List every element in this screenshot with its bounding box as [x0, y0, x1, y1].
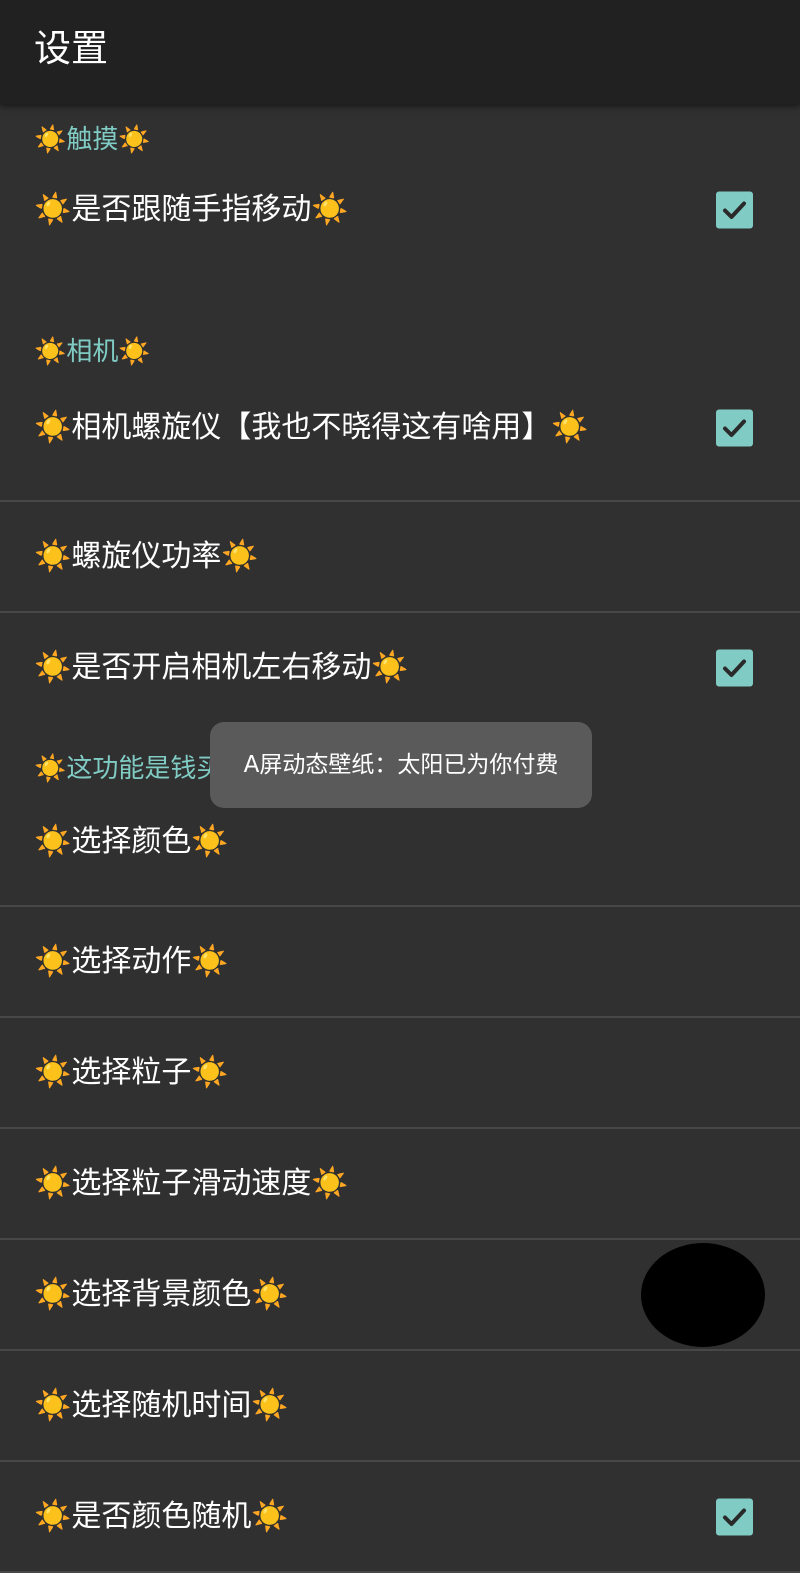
- pref-particle-speed-title: ☀️选择粒子滑动速度☀️: [34, 1165, 349, 1201]
- follow-finger-checkbox[interactable]: [716, 191, 753, 229]
- pref-follow-finger[interactable]: ☀️是否跟随手指移动☀️: [0, 164, 800, 256]
- preference-list[interactable]: ☀️触摸☀️ ☀️是否跟随手指移动☀️ ☀️相机☀️ ☀️相机螺旋仪【我也不晓得…: [0, 104, 800, 1573]
- pref-camera-lr-move-title: ☀️是否开启相机左右移动☀️: [34, 650, 409, 685]
- pref-follow-finger-title: ☀️是否跟随手指移动☀️: [34, 192, 349, 227]
- category-camera: ☀️相机☀️: [0, 256, 800, 376]
- pref-gyro-power[interactable]: ☀️螺旋仪功率☀️: [0, 502, 800, 613]
- toast-message: A屏动态壁纸：太阳已为你付费: [210, 722, 592, 808]
- checkmark-icon: [723, 419, 746, 438]
- pref-random-color-title: ☀️是否颜色随机☀️: [34, 1498, 289, 1534]
- category-label-camera: ☀️相机☀️: [34, 337, 151, 367]
- pref-camera-gyro-title: ☀️相机螺旋仪【我也不晓得这有啥用】☀️: [34, 410, 589, 446]
- pref-select-color-title: ☀️选择颜色☀️: [34, 824, 229, 860]
- app-bar: 设置: [0, 0, 800, 104]
- checkmark-icon: [723, 659, 746, 677]
- category-touch: ☀️触摸☀️: [0, 104, 800, 164]
- page-title: 设置: [34, 27, 108, 70]
- category-label-touch: ☀️触摸☀️: [34, 125, 151, 155]
- camera-gyro-checkbox[interactable]: [716, 409, 753, 447]
- pref-camera-gyro[interactable]: ☀️相机螺旋仪【我也不晓得这有啥用】☀️: [0, 376, 800, 502]
- pref-select-particle-title: ☀️选择粒子☀️: [34, 1054, 229, 1090]
- pref-select-action-title: ☀️选择动作☀️: [34, 943, 229, 979]
- pref-particle-speed[interactable]: ☀️选择粒子滑动速度☀️: [0, 1129, 800, 1240]
- pref-background-color-title: ☀️选择背景颜色☀️: [34, 1276, 289, 1312]
- camera-lr-move-checkbox[interactable]: [716, 649, 753, 687]
- checkmark-icon: [723, 201, 746, 219]
- pref-background-color[interactable]: ☀️选择背景颜色☀️: [0, 1240, 800, 1351]
- pref-random-time-title: ☀️选择随机时间☀️: [34, 1387, 289, 1423]
- pref-select-action[interactable]: ☀️选择动作☀️: [0, 907, 800, 1018]
- pref-camera-lr-move[interactable]: ☀️是否开启相机左右移动☀️: [0, 613, 800, 723]
- random-color-checkbox[interactable]: [716, 1498, 753, 1535]
- pref-random-time[interactable]: ☀️选择随机时间☀️: [0, 1351, 800, 1462]
- pref-gyro-power-title: ☀️螺旋仪功率☀️: [34, 538, 259, 574]
- pref-random-color[interactable]: ☀️是否颜色随机☀️: [0, 1462, 800, 1573]
- pref-select-color[interactable]: ☀️选择颜色☀️: [0, 793, 800, 907]
- toast-text: A屏动态壁纸：太阳已为你付费: [243, 752, 559, 778]
- checkmark-icon: [723, 1508, 746, 1526]
- pref-select-particle[interactable]: ☀️选择粒子☀️: [0, 1018, 800, 1129]
- background-color-swatch[interactable]: [641, 1242, 765, 1347]
